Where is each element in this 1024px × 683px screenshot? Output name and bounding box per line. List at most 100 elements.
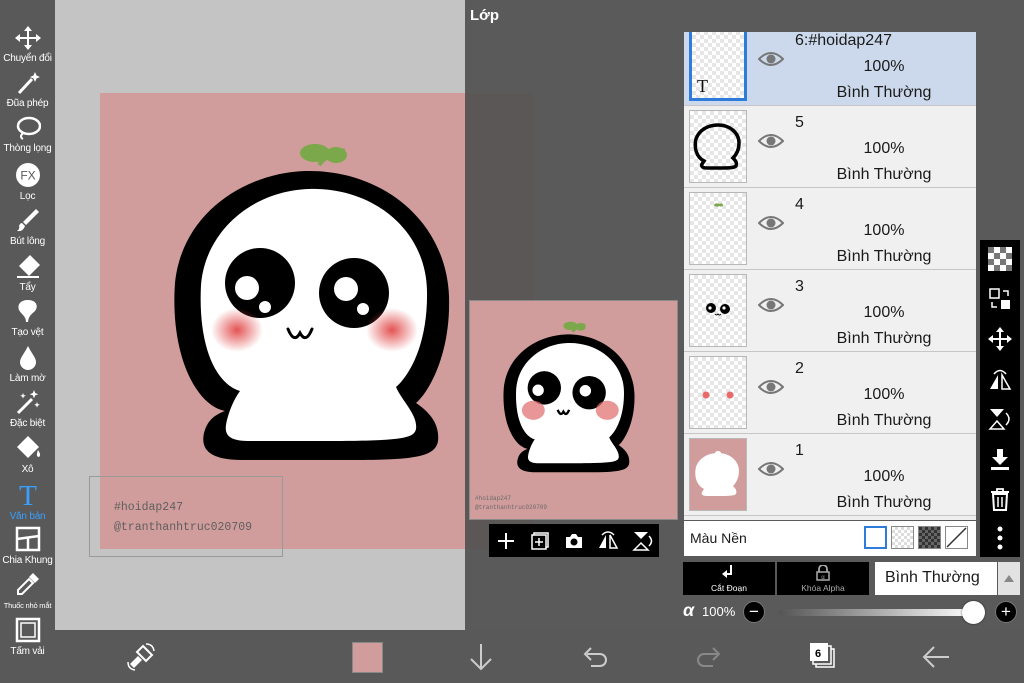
tool-label: Chuyển đổi [3,53,52,64]
face-thumbnail [706,303,730,316]
preview-watermark-line: #hoidap247 [475,495,512,502]
tool-smudge[interactable]: Tạo vệt [0,298,55,338]
merge-down-button[interactable] [986,445,1014,473]
tool-label: Thuốc nhỏ mắt [3,601,52,610]
quick-menu-button[interactable] [124,640,158,674]
tool-eraser[interactable]: Tẩy [0,253,55,293]
opacity-decrease-button[interactable]: − [743,601,765,623]
alpha-lock-label: Khóa Alpha [801,583,845,593]
eye-icon[interactable] [758,50,784,68]
layers-stack-icon [810,643,835,668]
opacity-increase-button[interactable]: + [995,601,1017,623]
opacity-slider-handle[interactable] [962,601,985,624]
eye-icon[interactable] [758,460,784,478]
layer-name: 6:#hoidap247 [795,32,892,49]
layer-row[interactable]: 2 100% Bình Thường [684,352,976,434]
text-selection-box[interactable]: #hoidap247 @tranthanhtruc020709 [89,476,283,557]
layer-list[interactable]: T 6:#hoidap247 100% Bình Thường 5 100% B… [684,32,976,520]
tool-label: Thòng lọng [3,143,52,154]
arrow-down-bar-icon [991,449,1009,470]
layer-thumbnail [689,110,747,183]
background-label: Màu Nền [690,530,747,546]
flip-vertical-button[interactable] [630,529,654,553]
bg-none-swatch[interactable] [945,526,968,549]
tool-eyedropper[interactable]: Thuốc nhỏ mắt [0,571,55,611]
color-swatch-button[interactable] [350,640,384,674]
background-color-row: Màu Nền [684,521,976,556]
layer-opacity: 100% [863,222,905,239]
import-photo-button[interactable] [562,529,586,553]
bg-transparent-swatch[interactable] [891,526,914,549]
trash-icon [991,488,1009,511]
layer-blend-mode: Bình Thường [836,330,932,347]
layers-button[interactable]: 6 [805,640,839,674]
eyedropper-icon [16,573,39,595]
tool-magic-wand[interactable]: Đũa phép [0,71,55,109]
download-button[interactable] [464,640,498,674]
flip-horizontal-icon [599,530,619,549]
svg-text:T: T [19,480,37,508]
layer-row[interactable]: 3 100% Bình Thường [684,270,976,352]
redo-icon [697,647,721,667]
blend-mode-dropdown-button[interactable] [998,562,1020,595]
layer-row[interactable]: T 6:#hoidap247 100% Bình Thường [684,32,976,106]
frame-divider-icon [15,526,40,552]
delete-layer-button[interactable] [986,485,1014,513]
layer-row[interactable]: 5 100% Bình Thường [684,106,976,188]
tool-label: Xô [21,464,34,475]
layer-blend-mode: Bình Thường [836,166,932,183]
layer-opacity: 100% [863,468,905,485]
alpha-lock-button[interactable]: α Khóa Alpha [777,562,869,595]
flip-layer-vertical-button[interactable] [986,405,1014,433]
tool-canvas[interactable]: Tấm vải [0,617,55,657]
undo-button[interactable] [578,640,612,674]
flip-layer-horizontal-button[interactable] [986,365,1014,393]
current-color-swatch [351,641,383,673]
opacity-value: 100% [702,604,736,619]
text-layer-icon: T [697,76,708,95]
plus-icon [498,532,514,549]
bg-white-swatch[interactable] [864,526,887,549]
tool-frame-divider[interactable]: Chia Khung [0,526,55,566]
eye-icon[interactable] [758,132,784,150]
layer-row[interactable]: 1 100% Bình Thường [684,434,976,516]
add-copy-icon [531,531,549,550]
bucket-icon [16,436,40,458]
tool-blur[interactable]: Làm mờ [0,344,55,384]
rasterize-button[interactable] [986,285,1014,313]
brush-icon [16,209,39,232]
bg-dark-swatch[interactable] [918,526,941,549]
tool-special[interactable]: Đặc biệt [0,389,55,429]
eye-icon[interactable] [758,378,784,396]
tool-bucket[interactable]: Xô [0,435,55,475]
opacity-row: α 100% − + [683,600,1023,626]
add-layer-button[interactable] [494,529,518,553]
tool-text[interactable]: T Văn bản [0,480,55,522]
flip-horizontal-button[interactable] [596,529,620,553]
redo-button[interactable] [692,640,726,674]
opacity-slider[interactable] [779,609,975,616]
more-options-button[interactable] [986,524,1014,552]
layer-row[interactable]: 4 100% Bình Thường [684,188,976,270]
duplicate-layer-button[interactable] [528,529,552,553]
blend-mode-value: Bình Thường [885,569,980,586]
more-vertical-icon [997,526,1003,550]
tool-brush[interactable]: Bút lông [0,207,55,247]
tool-label: Văn bản [9,511,46,522]
merge-layers-icon [989,288,1010,309]
eye-icon[interactable] [758,214,784,232]
triangle-up-icon [1004,575,1014,582]
clipping-button[interactable]: Cắt Đoạn [683,562,775,595]
layer-opacity: 100% [863,58,905,75]
back-button[interactable] [919,640,953,674]
transparency-button[interactable] [986,245,1014,273]
layer-actions-toolbar [980,240,1020,557]
camera-icon [566,533,582,548]
tool-filter[interactable]: FX Lọc [0,162,55,202]
move-layer-button[interactable] [986,325,1014,353]
tool-transform[interactable]: Chuyển đổi [0,26,55,64]
clipping-arrow-icon [722,565,732,578]
tool-lasso[interactable]: Thòng lọng [0,116,55,154]
eye-icon[interactable] [758,296,784,314]
blend-mode-select[interactable]: Bình Thường [875,562,997,595]
